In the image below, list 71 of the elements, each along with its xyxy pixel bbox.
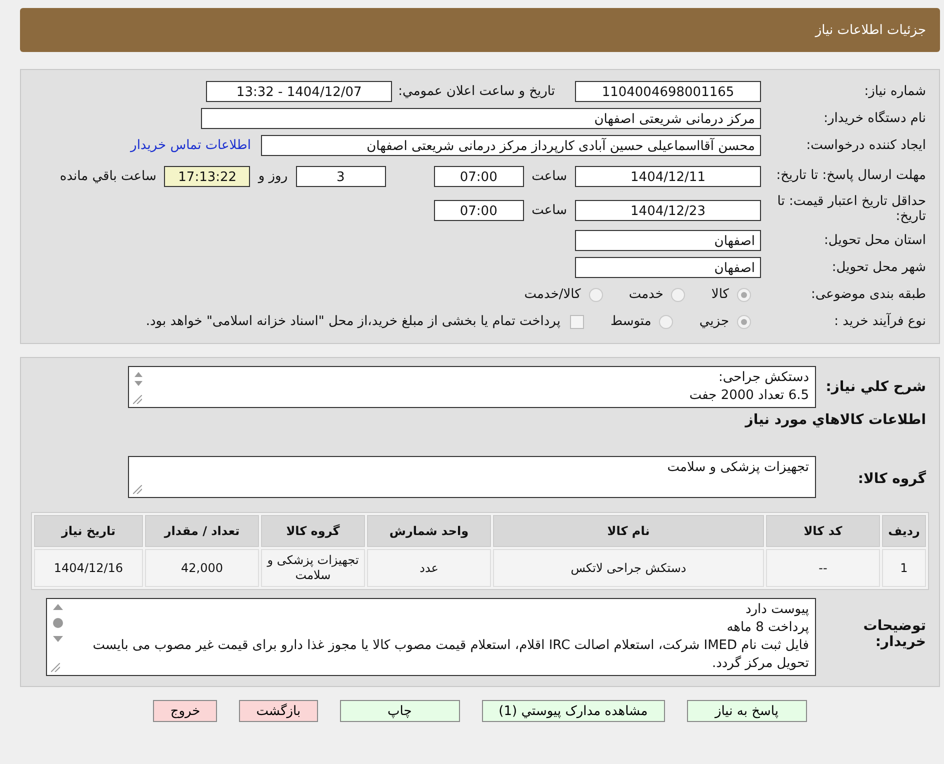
scroll-arrows-icon bbox=[134, 371, 144, 387]
field-label: شرح کلي نیاز: bbox=[824, 379, 927, 395]
column-header: کد کالا bbox=[766, 515, 880, 547]
validity-date-field: 1404/12/23 bbox=[575, 200, 761, 220]
buyer-notes-field: پیوست دارد پرداخت 8 ماهه فایل ثبت نام IMED شرکت، استعلام اصالت IRC اقلام، استعلام قیمت مصوب کالا یا مجوز غذا دارو برای قیمت غیر مصوب می بایست تحویل مرکز گردد. bbox=[46, 598, 816, 676]
action-button[interactable]: چاپ bbox=[340, 700, 460, 722]
radio-button[interactable] bbox=[671, 288, 686, 302]
scrollbar-icon bbox=[52, 603, 64, 643]
field-label: توضیحات خریدار: bbox=[862, 617, 927, 650]
action-button[interactable]: مشاهده مدارک پیوستي (1) bbox=[482, 700, 665, 722]
action-button[interactable]: خروج bbox=[153, 700, 218, 722]
radio-label: کالا/خدمت bbox=[524, 287, 581, 302]
page-title: جزئیات اطلاعات نیاز bbox=[815, 22, 926, 38]
field-label: استان محل تحویل: bbox=[823, 233, 927, 248]
field-label: نام دستگاه خریدار: bbox=[822, 111, 927, 126]
buyer-org-field: مرکز درمانی شریعتی اصفهان bbox=[201, 108, 761, 129]
field-label: مهلت ارسال پاسخ: تا تاریخ: bbox=[775, 168, 927, 184]
province-field: اصفهان bbox=[575, 230, 761, 251]
field-label: حداقل تاریخ اعتبار قیمت: تا تاریخ: bbox=[776, 195, 927, 225]
days-field: 3 bbox=[296, 166, 386, 186]
time-label: ساعت bbox=[532, 168, 567, 184]
deadline-time-field: 07:00 bbox=[434, 166, 524, 186]
field-label: تاریخ و ساعت اعلان عمومي: bbox=[398, 84, 555, 99]
checkbox-label: پرداخت تمام یا بخشی از مبلغ خرید،از محل "اسناد خزانه اسلامی" خواهد بود. bbox=[146, 314, 560, 329]
table-cell: 1 bbox=[882, 549, 926, 587]
table-cell: 1404/12/16 bbox=[34, 549, 143, 587]
field-label: شهر محل تحویل: bbox=[830, 260, 927, 275]
resize-grip-icon bbox=[133, 485, 142, 494]
days-label: روز و bbox=[258, 168, 288, 184]
column-header: تاریخ نیاز bbox=[34, 515, 143, 547]
checkbox[interactable] bbox=[570, 314, 584, 328]
requester-field: محسن آقااسماعیلی حسین آبادی کارپرداز مرکز درمانی شریعتی اصفهان bbox=[261, 135, 761, 156]
deadline-date-field: 1404/12/11 bbox=[575, 166, 761, 186]
announce-date-field: 1404/12/07 - 13:32 bbox=[206, 81, 392, 102]
validity-time-field: 07:00 bbox=[434, 200, 524, 220]
radio-button[interactable] bbox=[737, 288, 751, 302]
table-cell: تجهیزات پزشکی و سلامت bbox=[261, 549, 365, 587]
need-number-field: 1104004698001165 bbox=[575, 81, 761, 102]
remaining-time-field: 17:13:22 bbox=[164, 166, 250, 186]
field-label: گروه کالا: bbox=[856, 469, 927, 487]
resize-grip-icon bbox=[51, 663, 60, 672]
action-button[interactable]: پاسخ به نیاز bbox=[686, 700, 807, 722]
table-cell: عدد bbox=[367, 549, 491, 587]
radio-button[interactable] bbox=[659, 314, 674, 328]
description-field: دستکش جراحی: 6.5 تعداد 2000 جفت bbox=[128, 366, 816, 408]
field-label: نوع فرآیند خرید : bbox=[833, 314, 927, 329]
buyer-contact-link[interactable]: اطلاعات تماس خریدار bbox=[130, 138, 251, 153]
city-field: اصفهان bbox=[575, 257, 761, 278]
table-cell: 42,000 bbox=[145, 549, 259, 587]
radio-label: جزيي bbox=[699, 314, 729, 329]
time-label: ساعت bbox=[532, 202, 567, 218]
column-header: گروه کالا bbox=[261, 515, 365, 547]
radio-button[interactable] bbox=[588, 288, 603, 302]
remaining-label: ساعت باقي مانده bbox=[60, 168, 156, 184]
goods-group-field: تجهیزات پزشکی و سلامت bbox=[128, 456, 816, 498]
radio-label: خدمت bbox=[628, 287, 664, 302]
action-button[interactable]: بازگشت bbox=[239, 700, 318, 722]
column-header: واحد شمارش bbox=[367, 515, 491, 547]
radio-button[interactable] bbox=[737, 314, 751, 328]
radio-label: کالا bbox=[711, 287, 729, 302]
table-cell: -- bbox=[766, 549, 880, 587]
column-header: ردیف bbox=[882, 515, 926, 547]
field-label: شماره نیاز: bbox=[863, 84, 927, 99]
section-title: اطلاعات کالاهاي مورد نیاز bbox=[744, 412, 926, 428]
column-header: نام کالا bbox=[493, 515, 764, 547]
radio-label: متوسط bbox=[610, 314, 652, 329]
resize-grip-icon bbox=[133, 395, 142, 404]
field-label: ایجاد کننده درخواست: bbox=[805, 138, 927, 153]
field-label: طبقه بندی موضوعی: bbox=[810, 287, 927, 302]
table-cell: دستکش جراحی لاتکس bbox=[493, 549, 764, 587]
column-header: تعداد / مقدار bbox=[145, 515, 259, 547]
